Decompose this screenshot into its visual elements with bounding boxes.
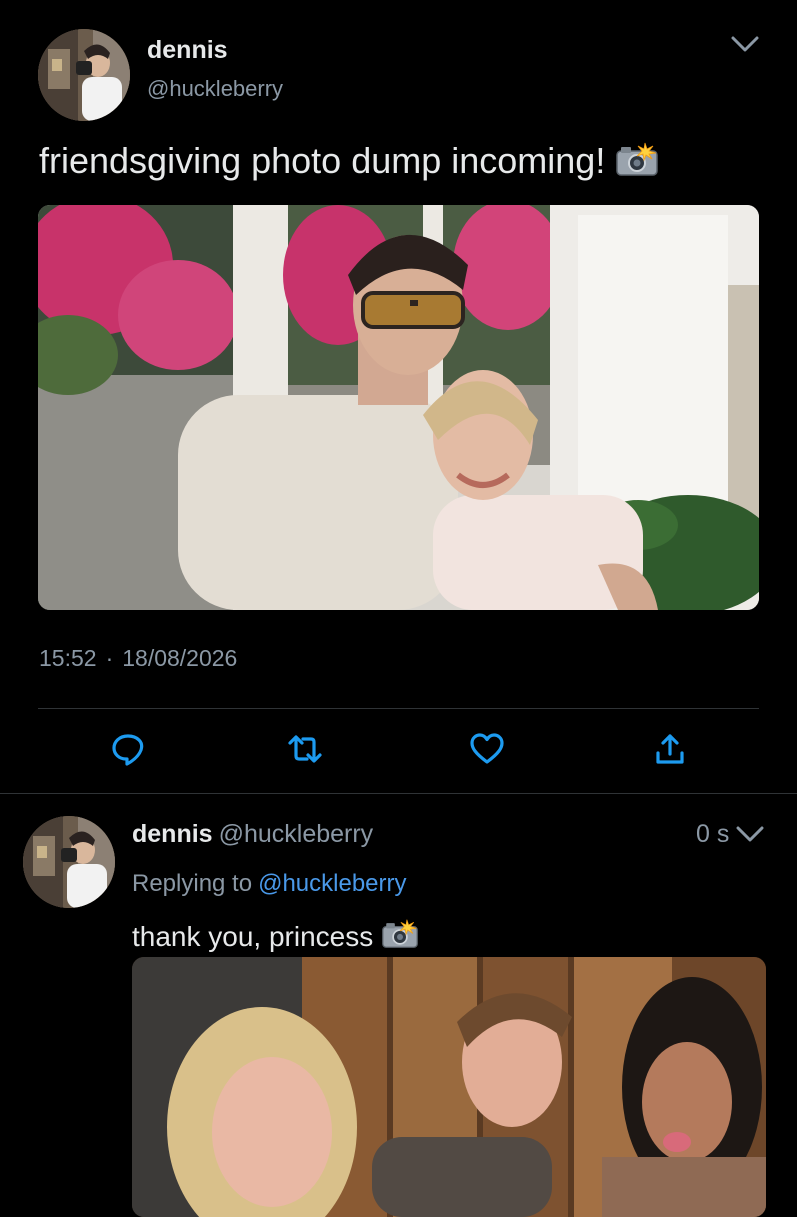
divider: [38, 708, 759, 709]
group-photo: [132, 957, 766, 1217]
avatar[interactable]: [38, 29, 130, 121]
section-divider: [0, 793, 797, 794]
reply-icon[interactable]: [110, 731, 146, 767]
chevron-down-icon[interactable]: [728, 30, 762, 60]
tweet-text: friendsgiving photo dump incoming!: [39, 140, 659, 186]
mention-link[interactable]: @huckleberry: [258, 870, 406, 897]
display-name[interactable]: dennis: [147, 36, 228, 65]
tweet-photo[interactable]: [38, 205, 759, 610]
reply-text: thank you, princess: [132, 918, 419, 956]
retweet-icon[interactable]: [287, 731, 323, 767]
tweet-date: 18/08/2026: [122, 645, 238, 671]
user-handle[interactable]: @huckleberry: [219, 820, 374, 848]
avatar[interactable]: [23, 816, 115, 908]
user-handle[interactable]: @huckleberry: [147, 76, 283, 102]
chevron-down-icon[interactable]: [734, 820, 766, 848]
share-icon[interactable]: [652, 731, 688, 767]
avatar-image: [38, 29, 130, 121]
replying-to-label: Replying to: [132, 870, 253, 897]
tweet-text-content: friendsgiving photo dump incoming!: [39, 140, 606, 181]
replying-to: Replying to @huckleberry: [132, 870, 407, 898]
camera-flash-icon: [381, 918, 419, 956]
reply-photo[interactable]: [132, 957, 766, 1217]
tweet-timestamp[interactable]: 15:52 · 18/08/2026: [39, 645, 237, 672]
reply-text-content: thank you, princess: [132, 921, 374, 952]
friendsgiving-photo: [38, 205, 759, 610]
reply-header: dennis @huckleberry: [132, 820, 373, 849]
camera-flash-icon: [615, 141, 659, 186]
tweet-time: 15:52: [39, 645, 97, 671]
reply-timestamp[interactable]: 0 s: [696, 820, 729, 849]
avatar-image: [23, 816, 115, 908]
display-name[interactable]: dennis: [132, 820, 213, 848]
meta-separator: ·: [105, 645, 114, 671]
heart-icon[interactable]: [469, 731, 505, 767]
